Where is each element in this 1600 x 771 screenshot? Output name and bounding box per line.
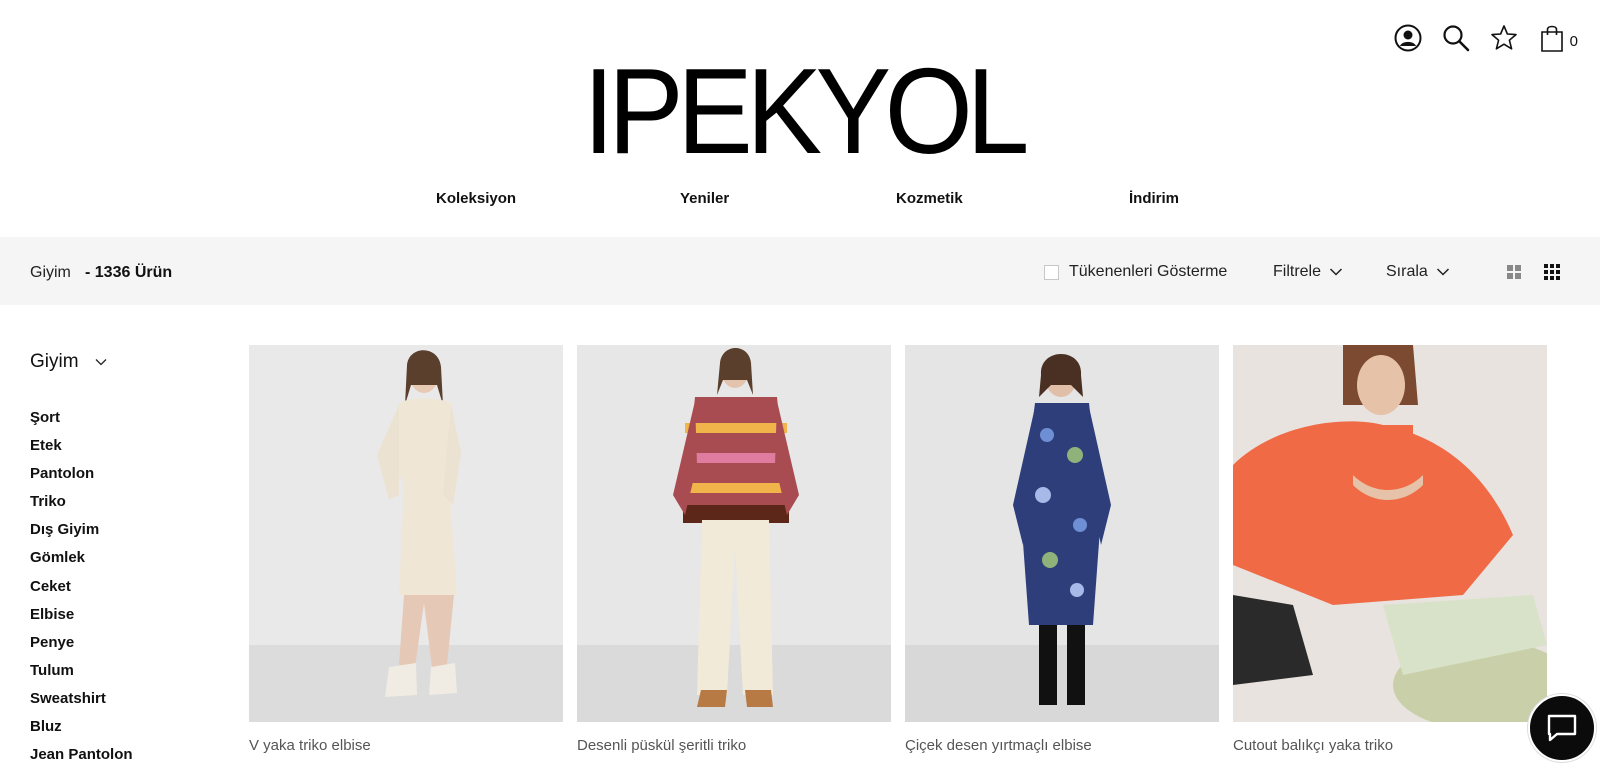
category-item-tulum[interactable]: Tulum [30, 662, 220, 690]
category-item-pantolon[interactable]: Pantolon [30, 465, 220, 493]
hide-out-of-stock-label: Tükenenleri Gösterme [1069, 263, 1228, 280]
product-name[interactable]: Cutout balıkçı yaka triko [1233, 737, 1547, 754]
account-icon[interactable] [1384, 16, 1432, 60]
live-chat-button[interactable] [1528, 694, 1596, 762]
grid-3-view-icon[interactable] [1541, 261, 1563, 283]
category-item-etek[interactable]: Etek [30, 437, 220, 465]
product-card[interactable]: V yaka triko elbise [249, 345, 563, 754]
product-card[interactable]: Desenli püskül şeritli triko [577, 345, 891, 754]
product-image[interactable] [905, 345, 1219, 722]
chevron-down-icon [95, 359, 107, 366]
category-item-penye[interactable]: Penye [30, 634, 220, 662]
product-image[interactable] [577, 345, 891, 722]
brand-logo[interactable]: IPEKYOL [583, 50, 1030, 172]
product-name[interactable]: Çiçek desen yırtmaçlı elbise [905, 737, 1219, 754]
main-nav: Koleksiyon Yeniler Kozmetik İndirim [0, 190, 1600, 214]
nav-item-kozmetik[interactable]: Kozmetik [896, 190, 963, 207]
grid-2-view-icon[interactable] [1503, 261, 1525, 283]
nav-item-indirim[interactable]: İndirim [1129, 190, 1179, 207]
sort-dropdown[interactable]: Sırala [1386, 263, 1450, 281]
category-item-jean-pantolon[interactable]: Jean Pantolon [30, 746, 220, 771]
category-item-elbise[interactable]: Elbise [30, 606, 220, 634]
chevron-down-icon [1436, 268, 1449, 276]
filter-label: Filtrele [1273, 263, 1322, 280]
cart-count: 0 [1569, 32, 1578, 50]
hide-out-of-stock-checkbox[interactable] [1044, 264, 1059, 280]
product-image[interactable] [249, 345, 563, 722]
filter-dropdown[interactable]: Filtrele [1273, 263, 1343, 281]
listing-toolbar: Giyim - 1336 Ürün Tükenenleri Gösterme F… [0, 237, 1600, 305]
category-sidebar: Giyim Şort Etek Pantolon Triko Dış Giyim… [30, 348, 220, 771]
shopping-bag-icon[interactable] [1528, 16, 1576, 60]
category-title[interactable]: Giyim [30, 348, 220, 376]
favorites-star-icon[interactable] [1480, 16, 1528, 60]
category-title-label: Giyim [30, 351, 79, 372]
search-icon[interactable] [1432, 16, 1480, 60]
chevron-down-icon [1329, 268, 1343, 276]
product-image[interactable] [1233, 345, 1547, 722]
breadcrumb[interactable]: Giyim [30, 264, 71, 282]
nav-item-yeniler[interactable]: Yeniler [680, 190, 729, 207]
category-item-bluz[interactable]: Bluz [30, 718, 220, 746]
product-count: - 1336 Ürün [85, 264, 173, 281]
chat-bubble-icon [1547, 714, 1577, 742]
category-list: Şort Etek Pantolon Triko Dış Giyim Gömle… [30, 409, 220, 771]
header-actions: 0 [1384, 16, 1578, 60]
category-item-sweatshirt[interactable]: Sweatshirt [30, 690, 220, 718]
nav-item-koleksiyon[interactable]: Koleksiyon [436, 190, 516, 207]
product-card[interactable]: Çiçek desen yırtmaçlı elbise [905, 345, 1219, 754]
product-name[interactable]: Desenli püskül şeritli triko [577, 737, 891, 754]
category-item-ceket[interactable]: Ceket [30, 578, 220, 606]
category-item-sort[interactable]: Şort [30, 409, 220, 437]
category-item-dis-giyim[interactable]: Dış Giyim [30, 521, 220, 549]
sort-label: Sırala [1386, 263, 1428, 280]
product-name[interactable]: V yaka triko elbise [249, 737, 563, 754]
category-item-gomlek[interactable]: Gömlek [30, 549, 220, 577]
product-card[interactable]: Cutout balıkçı yaka triko [1233, 345, 1547, 754]
hide-out-of-stock-toggle[interactable]: Tükenenleri Gösterme [1044, 263, 1227, 281]
site-header: IPEKYOL 0 Koleksiyon Yeniler Kozmetik İn… [0, 0, 1600, 236]
category-item-triko[interactable]: Triko [30, 493, 220, 521]
